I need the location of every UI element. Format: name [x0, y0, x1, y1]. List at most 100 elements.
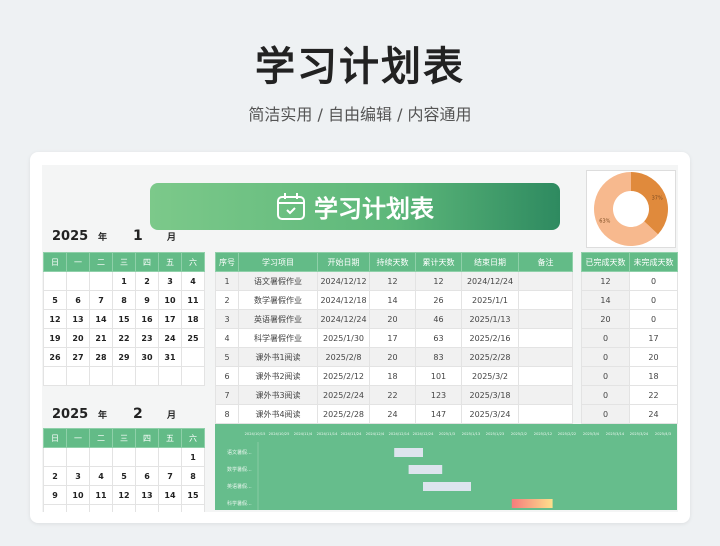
- gantt-task-label: 语文暑假...: [227, 449, 252, 456]
- calendar-check-icon: [277, 192, 305, 220]
- table-row: 20 0: [581, 309, 678, 329]
- calendar-day: [43, 366, 67, 386]
- gantt-tick-label: 2025/2/12: [534, 432, 552, 436]
- table-row: 0 18: [581, 366, 678, 386]
- table-cell: 2025/2/16: [461, 328, 519, 348]
- gantt-chart: 2024/10/15 2024/10/25 2024/11/4 2024/11/14 2…: [215, 424, 677, 510]
- calendar-day: 27: [66, 347, 90, 367]
- weekday-label: 日: [43, 428, 67, 448]
- calendar-day: 2: [135, 271, 159, 291]
- table-cell: 147: [415, 404, 462, 424]
- month-unit: 月: [167, 411, 177, 421]
- calendar-day: 17: [158, 309, 182, 329]
- calendar-day: [89, 271, 113, 291]
- table-cell: 0: [581, 347, 630, 367]
- column-header: 未完成天数: [629, 252, 678, 272]
- table-cell: 2025/3/24: [461, 404, 519, 424]
- calendar-jan-heading: 2025 年 1 月: [52, 228, 202, 244]
- calendar-day: 16: [135, 309, 159, 329]
- month: 2: [133, 406, 143, 422]
- gantt-bar: [394, 448, 423, 457]
- table-cell: 0: [629, 271, 678, 291]
- weekday-label: 六: [181, 428, 205, 448]
- table-cell: 20: [581, 309, 630, 329]
- table-cell: 英语暑假作业: [238, 309, 318, 329]
- table-cell: 24: [369, 404, 416, 424]
- table-cell: 17: [369, 328, 416, 348]
- table-row: 0 24: [581, 404, 678, 424]
- table-cell: 22: [369, 385, 416, 405]
- calendar-day: [66, 366, 90, 386]
- calendar-day: 29: [112, 347, 136, 367]
- table-row: 0 17: [581, 328, 678, 348]
- gantt-tick-label: 2025/2/22: [558, 432, 576, 436]
- calendar-january: 日一二三四五六 1 2 3 4 5 6 7 8 9 10 11 12 13 14 15 16 17 18 19 20 21…: [43, 252, 205, 386]
- calendar-day: 1: [181, 447, 205, 467]
- gantt-tick-label: 2025/3/24: [630, 432, 649, 436]
- calendar-day: 4: [181, 271, 205, 291]
- gantt-tick-label: 2025/3/14: [606, 432, 625, 436]
- calendar-feb-heading: 2025 年 2 月: [52, 406, 202, 422]
- table-header: 序号 学习项目 开始日期 持续天数 累计天数 结束日期 备注: [215, 252, 573, 272]
- table-cell: 20: [369, 347, 416, 367]
- table-cell: [518, 404, 573, 424]
- banner: 学习计划表: [150, 183, 560, 230]
- calendar-day: 22: [112, 328, 136, 348]
- page-subtitle: 简洁实用 / 自由编辑 / 内容通用: [248, 105, 472, 124]
- table-cell: 20: [369, 309, 416, 329]
- calendar-day: 31: [158, 347, 182, 367]
- table-row: 2 数学暑假作业 2024/12/18 14 26 2025/1/1: [215, 290, 573, 310]
- calendar-week: 1: [43, 447, 205, 467]
- weekday-label: 三: [112, 252, 136, 272]
- calendar-day: 1: [112, 271, 136, 291]
- column-header: 结束日期: [461, 252, 519, 272]
- table-cell: 17: [629, 328, 678, 348]
- table-cell: 2025/2/24: [317, 385, 370, 405]
- gantt-tick-label: 2024/11/14: [317, 432, 338, 436]
- gantt-tick-label: 2024/11/24: [341, 432, 362, 436]
- gantt-bar: [423, 482, 471, 491]
- table-cell: [518, 347, 573, 367]
- calendar-day: [43, 447, 67, 467]
- table-cell: 0: [581, 328, 630, 348]
- table-cell: 5: [215, 347, 239, 367]
- gantt-tick-label: 2024/10/25: [269, 432, 290, 436]
- calendar-day: [158, 447, 182, 467]
- gantt-task-label: 英语暑假...: [227, 483, 252, 490]
- calendar-day: 6: [66, 290, 90, 310]
- calendar-day: [158, 366, 182, 386]
- gantt-tick-label: 2024/12/24: [413, 432, 434, 436]
- calendar-day: 15: [112, 309, 136, 329]
- column-header: 序号: [215, 252, 239, 272]
- table-cell: 12: [369, 271, 416, 291]
- calendar-day: [66, 504, 90, 512]
- calendar-day: 2: [43, 466, 67, 486]
- weekday-label: 四: [135, 428, 159, 448]
- calendar-day: 7: [89, 290, 113, 310]
- calendar-day: 10: [66, 485, 90, 505]
- weekday-label: 三: [112, 428, 136, 448]
- table-cell: 课外书2阅读: [238, 366, 318, 386]
- year-unit: 年: [98, 411, 108, 421]
- calendar-day: 3: [66, 466, 90, 486]
- gantt-tick-label: 2025/1/13: [462, 432, 480, 436]
- table-header: 已完成天数 未完成天数: [581, 252, 678, 272]
- table-cell: 26: [415, 290, 462, 310]
- table-cell: 科学暑假作业: [238, 328, 318, 348]
- calendar-day: 14: [89, 309, 113, 329]
- gantt-tick-label: 2025/3/4: [583, 432, 600, 436]
- calendar-day: 6: [135, 466, 159, 486]
- table-row: 0 22: [581, 385, 678, 405]
- column-header: 备注: [518, 252, 573, 272]
- calendar-week: [43, 504, 205, 512]
- table-cell: 0: [581, 385, 630, 405]
- table-cell: 4: [215, 328, 239, 348]
- table-cell: 课外书3阅读: [238, 385, 318, 405]
- calendar-day: 9: [43, 485, 67, 505]
- gantt-tick-label: 2024/10/15: [245, 432, 266, 436]
- table-row: 3 英语暑假作业 2024/12/24 20 46 2025/1/13: [215, 309, 573, 329]
- weekday-label: 一: [66, 252, 90, 272]
- table-cell: 2025/2/28: [461, 347, 519, 367]
- calendar-day: [112, 366, 136, 386]
- calendar-day: [43, 504, 67, 512]
